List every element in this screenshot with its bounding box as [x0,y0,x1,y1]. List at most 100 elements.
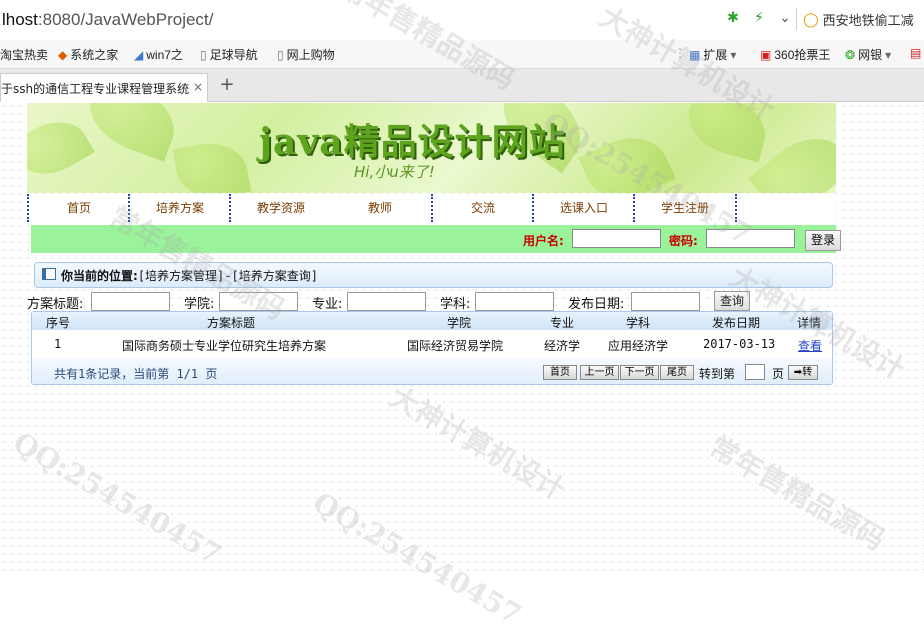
extension-label: 网银 [858,48,883,62]
url-path: :8080/JavaWebProject/ [37,10,214,29]
login-button[interactable]: 登录 [805,230,841,251]
site-banner: java精品设计网站 Hi,小u来了! [27,103,836,193]
breadcrumb-text: 你当前的位置:[培养方案管理]-[培养方案查询] [61,267,318,284]
title-filter-input[interactable] [91,292,170,311]
prev-page-button[interactable]: 上一页 [580,365,619,380]
date-filter-input[interactable] [631,292,700,311]
subject-filter-input[interactable] [475,292,554,311]
extension-item[interactable]: ❂ 网银 ▾ [845,46,891,63]
college-filter-label: 学院: [184,297,215,312]
breadcrumb-label: 你当前的位置: [61,269,138,283]
extension-label: 360抢票王 [774,48,831,62]
username-input[interactable] [572,229,661,248]
address-bar[interactable]: lhost:8080/JavaWebProject/ [2,10,213,30]
chevron-down-icon[interactable]: ⌄ [776,9,794,27]
bookmark-label: 网上购物 [286,48,335,62]
close-icon[interactable]: × [193,80,203,94]
watermark-text: QQ:254540457 [307,485,528,631]
login-bar: 用户名: 密码: [31,225,836,253]
address-bar-row: lhost:8080/JavaWebProject/ ✱ ⚡ ⌄ ◯ 西安地铁偷… [0,0,924,41]
major-filter-label: 专业: [312,297,343,312]
bookmark-label: 淘宝热卖 [0,48,49,62]
bookmark-label: win7之 [146,48,183,62]
last-page-button[interactable]: 尾页 [660,365,694,380]
title-filter-label: 方案标题: [27,297,84,312]
page-content: java精品设计网站 Hi,小u来了! 首页 培养方案 教学资源 教师 交流 选… [0,0,924,631]
bookmark-item[interactable]: ▯ 网上购物 [277,46,335,63]
search-box[interactable]: ◯ 西安地铁偷工减 [796,8,924,30]
cell-index: 1 [54,337,62,351]
bank-icon: ❂ [845,47,856,62]
cell-title: 国际商务硕士专业学位研究生培养方案 [122,339,327,353]
separator: ⋮ [674,46,686,60]
url-host: lhost [2,10,38,29]
college-filter-input[interactable] [219,292,298,311]
bookmarks-bar: 淘宝热卖 ◆ 系统之家 ◢ win7之 ▯ 足球导航 ▯ 网上购物 ⋮ ▦ 扩展 ▾ ▣ 36… [0,40,924,69]
tab-strip: 于ssh的通信工程专业课程管理系统 × + [0,69,924,102]
column-header: 序号 [46,316,71,330]
nav-item-course-selection[interactable]: 选课入口 [532,194,634,222]
username-label: 用户名: [523,234,564,248]
new-tab-button[interactable]: + [216,73,238,97]
bookmark-label: 系统之家 [70,48,119,62]
nav-item-home[interactable]: 首页 [27,194,129,222]
adblock-icon[interactable]: ▤ [910,46,921,60]
view-detail-link[interactable]: 查看 [798,337,822,354]
bookmark-item[interactable]: ◆ 系统之家 [58,46,118,63]
grid-icon: ▦ [689,47,701,62]
first-page-button[interactable]: 首页 [543,365,577,380]
next-page-button[interactable]: 下一页 [620,365,659,380]
page-icon: ▯ [200,47,207,62]
goto-page-input[interactable] [745,364,765,380]
site-title: java精品设计网站 [259,121,566,163]
query-button[interactable]: 查询 [714,291,750,311]
tab-title: 于ssh的通信工程专业课程管理系统 [1,81,190,96]
extensions-button[interactable]: ▦ 扩展 ▾ [689,46,736,63]
breadcrumb: 你当前的位置:[培养方案管理]-[培养方案查询] [34,262,833,288]
ticket-icon: ▣ [760,47,772,62]
major-filter-input[interactable] [347,292,426,311]
watermark-text: 大神计算机设计 [384,380,571,507]
site-subtitle: Hi,小u来了! [354,163,435,181]
chevron-down-icon: ▾ [730,47,737,62]
bookmark-item[interactable]: ▯ 足球导航 [200,46,258,63]
address-bar-icons: ✱ ⚡ ⌄ [724,9,794,27]
password-input[interactable] [706,229,795,248]
cell-major: 经济学 [544,339,581,353]
bookmark-item[interactable]: 淘宝热卖 [0,46,48,63]
subject-filter-label: 学科: [440,297,471,312]
record-summary: 共有1条记录，当前第 1/1 页 [54,367,218,381]
password-label: 密码: [669,234,698,248]
watermark-text: 常年售精品源码 [704,430,891,557]
bookmark-item[interactable]: ◢ win7之 [134,46,183,63]
window-icon [42,268,56,280]
watermark-text: QQ:254540457 [7,425,228,572]
table-header: 序号 方案标题 学院 专业 学科 发布日期 详情 [32,312,832,330]
page-icon: ▯ [277,47,284,62]
cell-date: 2017-03-13 [703,337,776,351]
breadcrumb-path: [培养方案管理]-[培养方案查询] [137,269,318,283]
chevron-down-icon: ▾ [885,47,892,62]
goto-label: 转到第 [699,367,736,381]
column-header: 学科 [626,316,651,330]
nav-item-student-register[interactable]: 学生注册 [633,194,737,222]
bird-icon: ◢ [134,47,144,62]
column-header: 专业 [550,316,575,330]
extension-item[interactable]: ▣ 360抢票王 [760,46,830,63]
search-text: 西安地铁偷工减 [822,12,914,28]
lightning-icon[interactable]: ⚡ [750,9,768,27]
extension-label: 扩展 [703,48,728,62]
page-suffix-label: 页 [772,367,785,381]
windows-icon: ◆ [58,47,68,62]
browser-tab[interactable]: 于ssh的通信工程专业课程管理系统 × [0,73,208,102]
go-button[interactable]: ➡转 [788,365,818,380]
nav-item-teachers[interactable]: 教师 [330,194,430,222]
nav-item-teaching-resources[interactable]: 教学资源 [229,194,331,222]
pager-bar: 共有1条记录，当前第 1/1 页 首页 上一页 下一页 尾页 转到第 页 ➡转 [32,358,832,384]
nav-item-training-plan[interactable]: 培养方案 [128,194,230,222]
nav-item-exchange[interactable]: 交流 [431,194,533,222]
search-filters: 方案标题: 学院: 专业: 学科: 发布日期: 查询 [0,291,924,313]
column-header: 详情 [797,316,822,330]
security-icon[interactable]: ✱ [724,9,742,27]
results-table: 序号 方案标题 学院 专业 学科 发布日期 详情 1 国际商务硕士专业学位研究生… [31,311,833,385]
